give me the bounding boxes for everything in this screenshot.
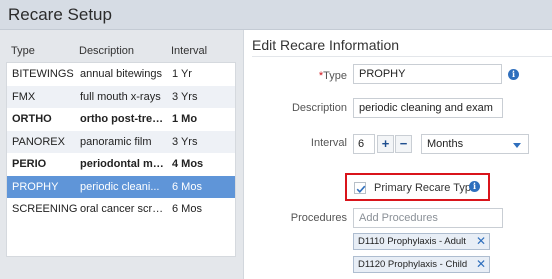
panel-title: Edit Recare Information	[252, 37, 400, 53]
procedure-chip-label: D1110 Prophylaxis - Adult	[358, 236, 466, 247]
interval-decrement-button[interactable]: −	[395, 135, 412, 153]
column-header-interval[interactable]: Interval	[171, 45, 231, 57]
table-row[interactable]: PANOREX panoramic film 3 Yrs	[7, 130, 235, 153]
table-row[interactable]: PROPHY periodic cleani... 6 Mos	[7, 175, 235, 198]
close-icon[interactable]: ✕	[476, 234, 486, 248]
recare-table: Type Description Interval BITEWINGS annu…	[6, 40, 236, 257]
row-type: ORTHO	[12, 113, 52, 125]
row-description: periodontal ma...	[80, 158, 166, 170]
row-type: PROPHY	[12, 180, 59, 193]
table-row[interactable]: BITEWINGS annual bitewings 1 Yr	[7, 63, 235, 86]
row-interval: 3 Yrs	[172, 90, 198, 103]
chevron-down-icon	[513, 143, 521, 148]
row-type: PANOREX	[12, 135, 65, 148]
row-interval: 6 Mos	[172, 180, 202, 193]
title-bar: Recare Setup	[0, 0, 552, 30]
table-row[interactable]: SCREENING oral cancer scre... 6 Mos	[7, 198, 235, 221]
table-row[interactable]: FMX full mouth x-rays 3 Yrs	[7, 85, 235, 108]
primary-recare-info-icon[interactable]: i	[469, 181, 480, 192]
description-input[interactable]: periodic cleaning and exam	[353, 98, 503, 118]
column-header-type[interactable]: Type	[11, 45, 77, 57]
description-label: Description	[291, 102, 347, 114]
checkmark-icon	[356, 185, 366, 193]
column-header-description[interactable]: Description	[79, 45, 165, 57]
procedures-search-input[interactable]: Add Procedures	[353, 208, 503, 228]
row-description: ortho post-trea...	[80, 113, 166, 125]
interval-unit-value: Months	[427, 138, 464, 150]
row-type: BITEWINGS	[12, 68, 74, 80]
table-header: Type Description Interval	[6, 40, 236, 62]
row-description: panoramic film	[80, 135, 152, 148]
recare-list-panel: Type Description Interval BITEWINGS annu…	[0, 30, 243, 279]
type-info-icon[interactable]: i	[508, 69, 519, 80]
interval-increment-button[interactable]: +	[377, 135, 394, 153]
table-row[interactable]: PERIO periodontal ma... 4 Mos	[7, 153, 235, 176]
interval-unit-select[interactable]: Months	[421, 134, 529, 154]
row-description: oral cancer scre...	[80, 203, 166, 215]
table-row[interactable]: ORTHO ortho post-trea... 1 Mo	[7, 108, 235, 131]
interval-value-input[interactable]: 6	[353, 134, 375, 154]
type-input[interactable]: PROPHY	[353, 64, 502, 84]
primary-recare-highlight: Primary Recare Type i	[345, 173, 490, 201]
window-title: Recare Setup	[8, 5, 112, 24]
row-description: annual bitewings	[80, 68, 162, 80]
procedure-chip: D1120 Prophylaxis - Child ✕	[353, 256, 490, 273]
row-interval: 1 Yr	[172, 68, 192, 80]
primary-recare-checkbox[interactable]	[354, 182, 366, 194]
row-type: FMX	[12, 90, 36, 103]
row-description: full mouth x-rays	[80, 90, 161, 103]
procedure-chip: D1110 Prophylaxis - Adult ✕	[353, 233, 490, 250]
row-interval: 3 Yrs	[172, 135, 198, 148]
row-interval: 4 Mos	[172, 158, 204, 170]
interval-label: Interval	[310, 137, 347, 149]
edit-recare-panel: Edit Recare Information *Type PROPHY i D…	[243, 30, 552, 279]
row-type: SCREENING	[12, 203, 78, 215]
row-type: PERIO	[12, 158, 47, 170]
row-description: periodic cleani...	[80, 180, 160, 193]
primary-recare-label: Primary Recare Type	[374, 182, 478, 194]
row-interval: 1 Mo	[172, 113, 198, 125]
type-label-text: Type	[323, 70, 347, 82]
procedures-label: Procedures	[290, 212, 347, 224]
procedure-chip-label: D1120 Prophylaxis - Child	[358, 259, 468, 270]
close-icon[interactable]: ✕	[476, 257, 486, 271]
recare-list[interactable]: BITEWINGS annual bitewings 1 Yr FMX full…	[6, 62, 236, 257]
type-label: *Type	[252, 70, 347, 82]
row-interval: 6 Mos	[172, 203, 202, 215]
divider	[252, 56, 552, 57]
